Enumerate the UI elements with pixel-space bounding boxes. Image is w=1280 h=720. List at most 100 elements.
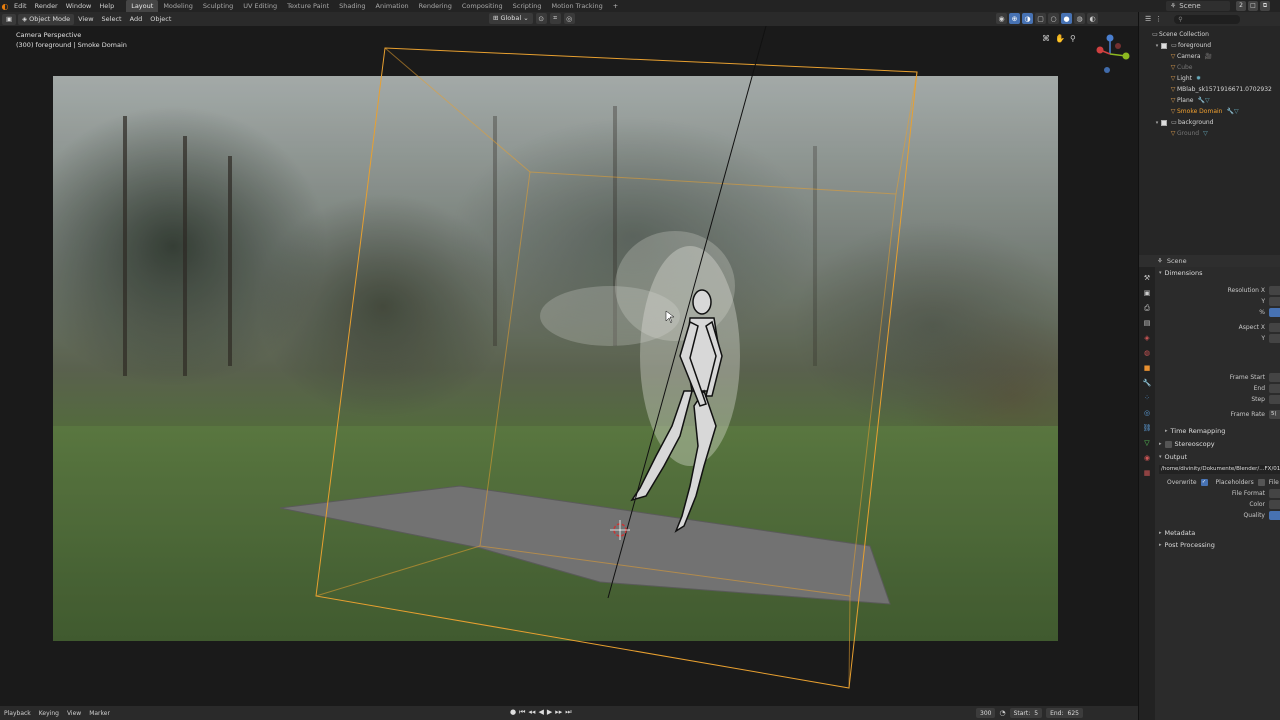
mode-selector[interactable]: ◈ Object Mode — [18, 13, 75, 25]
pivot-icon[interactable]: ⊙ — [535, 13, 547, 24]
physics-tab-icon[interactable]: ◎ — [1144, 408, 1150, 419]
tool-tab-icon[interactable]: ⚒ — [1144, 273, 1150, 284]
resolution-x-field[interactable] — [1269, 286, 1280, 295]
frame-rate-select[interactable]: 5( — [1269, 410, 1280, 419]
stereoscopy-checkbox[interactable] — [1164, 440, 1172, 448]
stereoscopy-section[interactable]: ▸ Stereoscopy — [1155, 438, 1280, 450]
gizmo-toggle-icon[interactable]: ⊕ — [1009, 13, 1020, 24]
tab-texture-paint[interactable]: Texture Paint — [282, 0, 334, 12]
outliner-row[interactable]: ▽ Cube — [1139, 62, 1280, 73]
aspect-x-field[interactable] — [1269, 323, 1280, 332]
view-layer-tab-icon[interactable]: ▤ — [1144, 318, 1151, 329]
rendered-shading-icon[interactable]: ◐ — [1087, 13, 1098, 24]
outliner-row[interactable]: ▽ Ground ▽ — [1139, 128, 1280, 139]
window-button-2[interactable]: □ — [1248, 1, 1258, 11]
snap-icon[interactable]: ⌗ — [549, 13, 561, 24]
tab-animation[interactable]: Animation — [371, 0, 414, 12]
menu-object[interactable]: Object — [146, 15, 175, 23]
constraints-tab-icon[interactable]: ⛓ — [1143, 423, 1152, 434]
expand-icon[interactable]: ▾ — [1153, 120, 1161, 126]
plane-object[interactable] — [279, 485, 891, 605]
aspect-y-field[interactable] — [1269, 334, 1280, 343]
solid-shading-icon[interactable]: ● — [1061, 13, 1072, 24]
pan-hand-icon[interactable]: ✋ — [1055, 34, 1065, 43]
menu-marker[interactable]: Marker — [85, 710, 114, 717]
clock-icon[interactable]: ◔ — [999, 709, 1005, 717]
resolution-y-field[interactable] — [1269, 297, 1280, 306]
dimensions-section-header[interactable]: ▾ Dimensions — [1155, 267, 1280, 279]
tab-sculpting[interactable]: Sculpting — [198, 0, 238, 12]
outliner-row[interactable]: ▽ Camera 🎥 — [1139, 51, 1280, 62]
outliner-row[interactable]: ▽ Light ✹ — [1139, 73, 1280, 84]
material-shading-icon[interactable]: ◍ — [1074, 13, 1085, 24]
xray-icon[interactable]: ▢ — [1035, 13, 1046, 24]
zoom-icon[interactable]: ⚲ — [1070, 34, 1076, 43]
3d-viewport[interactable]: Camera Perspective (300) foreground | Sm… — [0, 26, 1138, 706]
tab-rendering[interactable]: Rendering — [414, 0, 457, 12]
jump-start-icon[interactable]: ⏮ — [519, 708, 525, 717]
outliner-editor-icon[interactable]: ☰ — [1145, 15, 1151, 23]
render-tab-icon[interactable]: ▣ — [1144, 288, 1151, 299]
menu-view[interactable]: View — [74, 15, 97, 23]
play-icon[interactable]: ▶ — [547, 708, 552, 717]
tab-uv-editing[interactable]: UV Editing — [238, 0, 282, 12]
data-tab-icon[interactable]: ▽ — [1144, 438, 1149, 449]
prev-key-icon[interactable]: ◂◂ — [528, 708, 535, 717]
scene-selector[interactable]: ⚘ Scene — [1166, 1, 1230, 11]
camera-view-icon[interactable]: ⌘ — [1042, 34, 1050, 43]
checkbox-icon[interactable] — [1161, 42, 1167, 49]
next-key-icon[interactable]: ▸▸ — [555, 708, 562, 717]
play-reverse-icon[interactable]: ◀ — [538, 708, 543, 717]
tab-motion-tracking[interactable]: Motion Tracking — [547, 0, 608, 12]
orientation-selector[interactable]: ⊞ Global ⌄ — [489, 13, 533, 24]
expand-icon[interactable]: ▾ — [1153, 43, 1161, 49]
output-path-field[interactable]: /home/divinity/Dokumente/Blender/...FX/0… — [1159, 465, 1280, 474]
time-remapping-section[interactable]: ▸ Time Remapping — [1155, 425, 1280, 437]
outliner-row[interactable]: ▽ Plane 🔧▽ — [1139, 95, 1280, 106]
editor-type-button[interactable]: ▣ — [2, 13, 17, 25]
tab-compositing[interactable]: Compositing — [457, 0, 508, 12]
window-button-3[interactable]: ⧉ — [1260, 1, 1270, 11]
end-frame-field[interactable]: End: 625 — [1046, 708, 1083, 718]
menu-timeline-view[interactable]: View — [63, 710, 85, 717]
world-tab-icon[interactable]: ◍ — [1144, 348, 1150, 359]
particles-tab-icon[interactable]: ⁘ — [1144, 393, 1150, 404]
outliner-row[interactable]: ▾ ▭ foreground — [1139, 40, 1280, 51]
blender-logo-icon[interactable]: ◐ — [0, 0, 10, 12]
menu-window[interactable]: Window — [62, 0, 96, 12]
outliner-scene-collection[interactable]: ▭ Scene Collection — [1139, 29, 1280, 40]
scene-tab-icon[interactable]: ◈ — [1144, 333, 1149, 344]
frame-end-field[interactable] — [1269, 384, 1280, 393]
window-button-1[interactable]: 2 — [1236, 1, 1246, 11]
tab-shading[interactable]: Shading — [334, 0, 370, 12]
object-tab-icon[interactable]: ■ — [1144, 363, 1151, 374]
resolution-percent-slider[interactable] — [1269, 308, 1280, 317]
outliner-search-input[interactable]: ⚲ — [1174, 14, 1241, 24]
current-frame-field[interactable]: 300 — [976, 708, 996, 718]
menu-keying[interactable]: Keying — [35, 710, 63, 717]
menu-render[interactable]: Render — [31, 0, 62, 12]
output-tab-icon[interactable]: ⎙ — [1144, 303, 1150, 314]
quality-slider[interactable] — [1269, 511, 1280, 520]
metadata-section[interactable]: ▸ Metadata — [1155, 527, 1280, 539]
add-workspace-button[interactable]: + — [608, 0, 623, 12]
texture-tab-icon[interactable]: ▦ — [1144, 468, 1151, 479]
modifier-tab-icon[interactable]: 🔧 — [1143, 378, 1152, 389]
menu-add[interactable]: Add — [126, 15, 147, 23]
outliner-row[interactable]: ▽ MBlab_sk1571916671.0702932 — [1139, 84, 1280, 95]
outliner-row[interactable]: ▾ ▭ background — [1139, 117, 1280, 128]
tab-layout[interactable]: Layout — [126, 0, 159, 12]
record-icon[interactable]: ● — [510, 708, 516, 717]
menu-select[interactable]: Select — [98, 15, 126, 23]
visibility-icon[interactable]: ◉ — [996, 13, 1007, 24]
placeholders-checkbox[interactable] — [1257, 478, 1265, 486]
navigation-gizmo[interactable] — [1088, 32, 1132, 76]
menu-edit[interactable]: Edit — [10, 0, 31, 12]
frame-step-field[interactable] — [1269, 395, 1280, 404]
menu-playback[interactable]: Playback — [0, 710, 35, 717]
wireframe-shading-icon[interactable]: ○ — [1048, 13, 1059, 24]
material-tab-icon[interactable]: ◉ — [1144, 453, 1150, 464]
color-mode-select[interactable] — [1269, 500, 1280, 509]
outliner-row-selected[interactable]: ▽ Smoke Domain 🔧▽ — [1139, 106, 1280, 117]
overwrite-checkbox[interactable]: ✓ — [1200, 478, 1208, 486]
